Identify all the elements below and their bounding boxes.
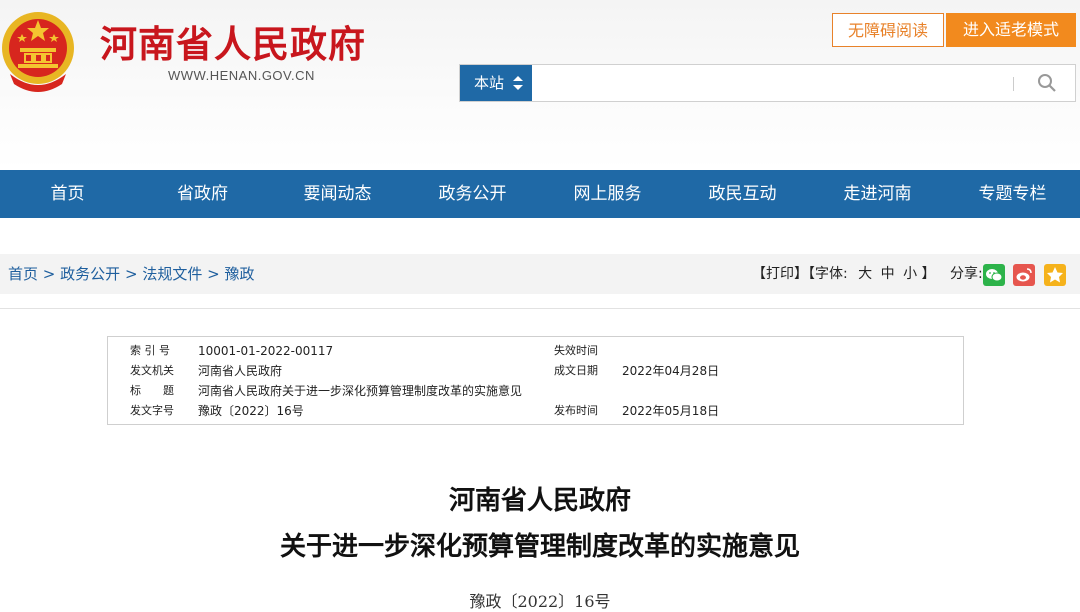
wechat-icon[interactable]: [983, 264, 1005, 286]
qzone-icon[interactable]: [1044, 264, 1066, 286]
nav-item-online-services[interactable]: 网上服务: [540, 170, 675, 218]
weibo-icon[interactable]: [1013, 264, 1035, 286]
nav-item-about-henan[interactable]: 走进河南: [810, 170, 945, 218]
breadcrumb-government-affairs[interactable]: 政务公开: [60, 265, 120, 283]
font-size-medium[interactable]: 中: [881, 266, 895, 282]
share-label: 分享:: [949, 266, 983, 282]
document-number-value: 豫政〔2022〕16号: [198, 404, 304, 418]
expiry-date-label: 失效时间: [554, 344, 598, 357]
main-nav: 首页 省政府 要闻动态 政务公开 网上服务 政民互动 走进河南 专题专栏: [0, 170, 1080, 218]
nav-item-provincial-government[interactable]: 省政府: [135, 170, 270, 218]
national-emblem-icon: [2, 12, 74, 92]
breadcrumb-regulations[interactable]: 法规文件: [142, 265, 202, 283]
publish-date-value: 2022年05月18日: [622, 404, 720, 418]
search-divider: [1013, 77, 1014, 91]
font-size-close: 】: [921, 266, 936, 282]
breadcrumb-separator: >: [42, 265, 56, 283]
breadcrumb: 首页 > 政务公开 > 法规文件 > 豫政: [8, 254, 254, 294]
breadcrumb-separator: >: [207, 265, 220, 283]
search-scope-label: 本站: [474, 74, 505, 92]
issuing-authority-value: 河南省人民政府: [198, 364, 283, 378]
date-written-label: 成文日期: [554, 364, 598, 377]
document-number-label: 发文字号: [130, 404, 174, 417]
breadcrumb-yuzheng[interactable]: 豫政: [224, 265, 254, 283]
date-written-value: 2022年04月28日: [622, 364, 720, 378]
subject-label: 标 题: [130, 384, 174, 397]
document-title-line-2: 关于进一步深化预算管理制度改革的实施意见: [279, 532, 800, 562]
font-size-small[interactable]: 小: [903, 266, 917, 282]
search-scope-select[interactable]: 本站: [460, 65, 532, 101]
accessibility-button[interactable]: 无障碍阅读: [832, 13, 944, 47]
breadcrumb-home[interactable]: 首页: [8, 265, 38, 283]
breadcrumb-bar: 首页 > 政务公开 > 法规文件 > 豫政 【打印】【字体: 大 中 小 】 分…: [0, 254, 1080, 294]
index-number-value: 10001-01-2022-00117: [198, 344, 334, 358]
nav-item-news[interactable]: 要闻动态: [270, 170, 405, 218]
document-number: 豫政〔2022〕16号: [469, 592, 611, 611]
nav-item-government-affairs[interactable]: 政务公开: [405, 170, 540, 218]
print-button[interactable]: 【打印】: [752, 266, 808, 282]
publish-date-label: 发布时间: [554, 404, 598, 417]
nav-item-home[interactable]: 首页: [0, 170, 135, 218]
font-size-large[interactable]: 大: [858, 266, 872, 282]
subject-value: 河南省人民政府关于进一步深化预算管理制度改革的实施意见: [198, 384, 523, 398]
site-header: 河南省人民政府 WWW.HENAN.GOV.CN 无障碍阅读 进入适老模式 本站: [0, 0, 1080, 170]
elder-mode-button[interactable]: 进入适老模式: [946, 13, 1076, 47]
search-input[interactable]: [536, 67, 1010, 99]
issuing-authority-label: 发文机关: [130, 364, 174, 377]
font-size-label: 【字体:: [808, 266, 848, 282]
search-icon[interactable]: [1037, 73, 1057, 93]
site-url: WWW.HENAN.GOV.CN: [168, 68, 315, 83]
site-title[interactable]: 河南省人民政府: [100, 14, 366, 68]
nav-item-special-topics[interactable]: 专题专栏: [945, 170, 1080, 218]
up-down-arrows-icon: [513, 76, 523, 90]
document-metadata-table: 索 引 号 10001-01-2022-00117 失效时间 发文机关 河南省人…: [107, 336, 964, 425]
breadcrumb-separator: >: [124, 265, 138, 283]
page-tools: 【打印】【字体: 大 中 小 】 分享:: [752, 254, 983, 294]
search-bar: 本站: [459, 64, 1076, 102]
document-title-line-1: 河南省人民政府: [448, 486, 631, 516]
nav-item-interaction[interactable]: 政民互动: [675, 170, 810, 218]
index-number-label: 索 引 号: [130, 344, 170, 357]
